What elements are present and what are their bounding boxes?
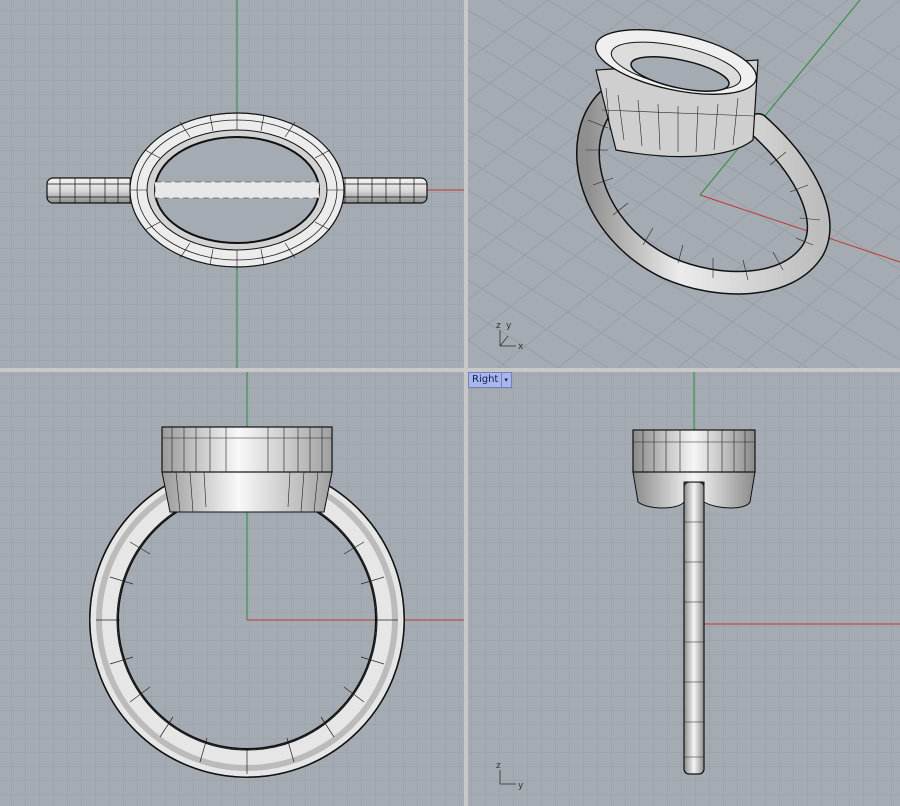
viewport-front[interactable] [0,372,464,806]
widget-x-label: x [518,342,524,352]
viewport-front-canvas [0,372,464,806]
viewport-title-label: Right [472,374,499,385]
widget-z-label: z [496,761,501,771]
viewport-menu-dropdown-icon[interactable]: ▾ [501,373,508,387]
widget-z-label: z [496,321,501,331]
viewport-title-tab[interactable]: Right ▾ [468,372,512,388]
widget-y-label: y [518,781,524,791]
viewport-right[interactable]: z y Right ▾ [468,372,900,806]
viewport-perspective-canvas: z y x [468,0,900,368]
viewport-top-canvas [0,0,464,368]
ring-perspective-view [576,29,831,295]
viewport-top[interactable] [0,0,464,368]
widget-y-label: y [506,321,512,331]
viewport-right-canvas: z y [468,372,900,806]
viewport-perspective[interactable]: z y x [468,0,900,368]
